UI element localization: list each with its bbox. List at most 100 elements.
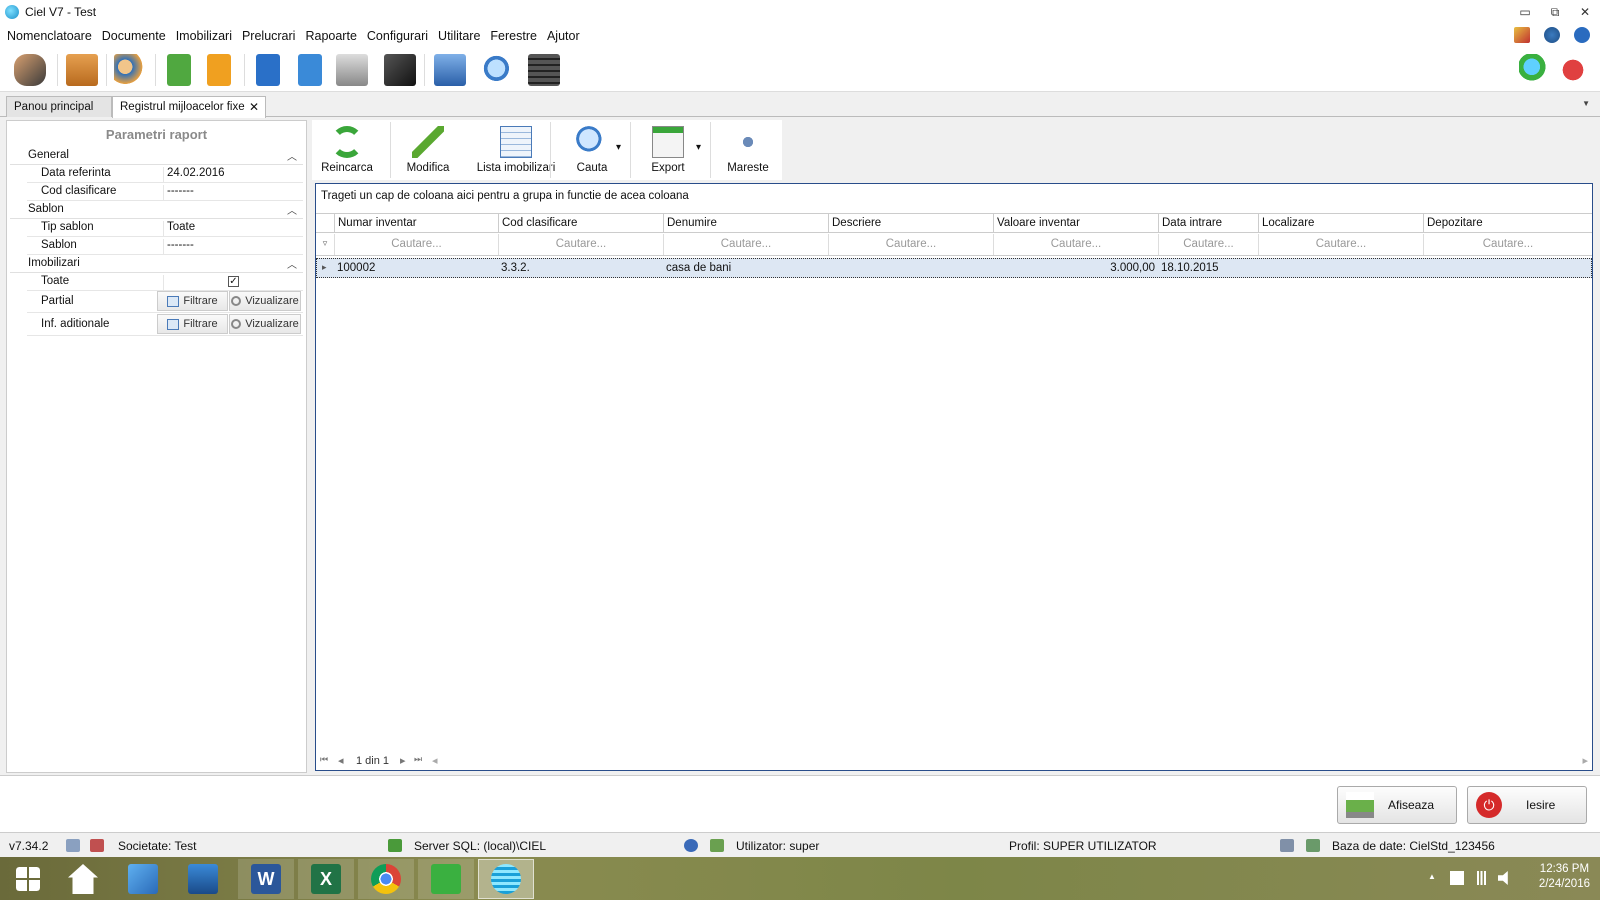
taskbar-control-panel[interactable] (115, 859, 171, 899)
filter-data-intrare[interactable]: Cautare... (1158, 234, 1258, 255)
menu-rapoarte[interactable]: Rapoarte (300, 29, 361, 43)
taskbar-chrome[interactable] (358, 859, 414, 899)
minimize-button[interactable]: ▭ (1510, 0, 1540, 24)
group-imobilizari[interactable]: Imobilizari ︿ (10, 255, 303, 273)
taskbar-clock[interactable]: 12:36 PM 2/24/2016 (1539, 862, 1590, 892)
cell-descriere[interactable] (828, 259, 993, 277)
col-valoare-inventar[interactable]: Valoare inventar (993, 214, 1158, 233)
menu-imobilizari[interactable]: Imobilizari (171, 29, 237, 43)
start-button[interactable] (0, 859, 56, 899)
scroll-left-icon[interactable]: ◂ (432, 754, 438, 767)
menu-nomenclatoare[interactable]: Nomenclatoare (2, 29, 97, 43)
cauta-button[interactable]: Cauta (562, 120, 622, 180)
calendar-icon[interactable] (1514, 27, 1530, 43)
restore-button[interactable]: ⧉ (1540, 0, 1570, 24)
col-localizare[interactable]: Localizare (1258, 214, 1423, 233)
collapse-icon[interactable]: ︿ (287, 202, 297, 217)
partial-filtrare-button[interactable]: Filtrare (157, 291, 228, 311)
filter-numar-inventar[interactable]: Cautare... (334, 234, 498, 255)
filter-cod-clasificare[interactable]: Cautare... (498, 234, 663, 255)
close-window-button[interactable]: ✕ (1570, 0, 1600, 24)
search-report-icon[interactable] (482, 54, 514, 86)
orders-icon[interactable] (207, 54, 231, 86)
inf-filtrare-button[interactable]: Filtrare (157, 314, 228, 334)
filter-row-icon[interactable]: ▿ (316, 234, 334, 255)
chat-icon[interactable] (1519, 54, 1551, 86)
iesire-button[interactable]: ⏻ Iesire (1467, 786, 1587, 824)
filter-localizare[interactable]: Cautare... (1258, 234, 1423, 255)
cell-cod-clasificare[interactable]: 3.3.2. (498, 259, 663, 277)
cash-register-icon[interactable] (336, 54, 368, 86)
col-depozitare[interactable]: Depozitare (1423, 214, 1592, 233)
download-icon[interactable] (167, 54, 191, 86)
cauta-dropdown-icon[interactable]: ▾ (616, 142, 621, 153)
reincarca-button[interactable]: Reincarca (314, 120, 380, 180)
group-general[interactable]: General ︿ (10, 147, 303, 165)
exit-app-icon[interactable] (1557, 54, 1589, 86)
export-dropdown-icon[interactable]: ▾ (696, 142, 701, 153)
tray-up-icon[interactable]: ▲ (1428, 872, 1436, 881)
taskbar-computer[interactable] (175, 859, 231, 899)
first-page-icon[interactable]: ⏮ (320, 754, 328, 765)
taskbar-cloud-app[interactable] (418, 859, 474, 899)
mareste-button[interactable]: Mareste (718, 120, 778, 180)
help-icon[interactable] (1574, 27, 1590, 43)
last-page-icon[interactable]: ⏭ (414, 754, 422, 765)
col-data-intrare[interactable]: Data intrare (1158, 214, 1258, 233)
prev-page-icon[interactable]: ◂ (338, 754, 344, 767)
col-cod-clasificare[interactable]: Cod clasificare (498, 214, 663, 233)
cell-localizare[interactable] (1258, 259, 1423, 277)
upload-icon[interactable] (256, 54, 280, 86)
handshake-icon[interactable] (14, 54, 46, 86)
modifica-button[interactable]: Modifica (398, 120, 458, 180)
next-page-icon[interactable]: ▸ (400, 754, 406, 767)
tab-panou-principal[interactable]: Panou principal (6, 96, 112, 117)
filter-denumire[interactable]: Cautare... (663, 234, 828, 255)
menu-prelucrari[interactable]: Prelucrari (237, 29, 301, 43)
users-icon[interactable] (114, 54, 146, 86)
taskbar-excel[interactable]: X (298, 859, 354, 899)
sablon-field[interactable]: ------- (163, 239, 303, 255)
filter-depozitare[interactable]: Cautare... (1423, 234, 1592, 255)
inf-vizualizare-button[interactable]: Vizualizare (229, 314, 301, 334)
group-hint[interactable]: Trageti un cap de coloana aici pentru a … (321, 190, 689, 202)
close-tab-icon[interactable]: ✕ (249, 100, 259, 114)
action-center-icon[interactable] (1450, 871, 1464, 885)
scroll-right-icon[interactable]: ▸ (1582, 754, 1588, 767)
menu-configurari[interactable]: Configurari (362, 29, 433, 43)
cell-numar-inventar[interactable]: 100002 (334, 259, 498, 277)
col-numar-inventar[interactable]: Numar inventar (334, 214, 498, 233)
col-descriere[interactable]: Descriere (828, 214, 993, 233)
update-icon[interactable] (1544, 27, 1560, 43)
cod-clasificare-field[interactable]: ------- (163, 185, 303, 201)
table-row[interactable]: ▸ 100002 3.3.2. casa de bani 3.000,00 18… (316, 258, 1592, 278)
collapse-icon[interactable]: ︿ (287, 148, 297, 163)
tab-overflow-icon[interactable]: ▼ (1582, 99, 1590, 108)
toate-checkbox[interactable]: ✓ (228, 276, 239, 287)
data-referinta-field[interactable]: 24.02.2016 (163, 167, 303, 183)
menu-utilitare[interactable]: Utilitare (433, 29, 485, 43)
box-icon[interactable] (66, 54, 98, 86)
partial-vizualizare-button[interactable]: Vizualizare (229, 291, 301, 311)
cell-data-intrare[interactable]: 18.10.2015 (1158, 259, 1258, 277)
calculator-icon[interactable] (528, 54, 560, 86)
taskbar-home[interactable] (55, 859, 111, 899)
filter-descriere[interactable]: Cautare... (828, 234, 993, 255)
cell-denumire[interactable]: casa de bani (663, 259, 828, 277)
col-denumire[interactable]: Denumire (663, 214, 828, 233)
taskbar-word[interactable]: W (238, 859, 294, 899)
taskbar-ciel[interactable] (478, 859, 534, 899)
afiseaza-button[interactable]: Afiseaza (1337, 786, 1457, 824)
menu-ajutor[interactable]: Ajutor (542, 29, 585, 43)
wallet-icon[interactable] (384, 54, 416, 86)
cell-valoare-inventar[interactable]: 3.000,00 (993, 259, 1158, 277)
collapse-icon[interactable]: ︿ (287, 256, 297, 271)
filter-valoare-inventar[interactable]: Cautare... (993, 234, 1158, 255)
tip-sablon-field[interactable]: Toate (163, 221, 303, 237)
export-button[interactable]: Export (638, 120, 698, 180)
printer-icon[interactable] (434, 54, 466, 86)
volume-icon[interactable] (1498, 871, 1508, 885)
group-sablon[interactable]: Sablon ︿ (10, 201, 303, 219)
cell-depozitare[interactable] (1423, 259, 1591, 277)
tab-registrul-mijloacelor-fixe[interactable]: Registrul mijloacelor fixe ✕ (112, 96, 266, 118)
